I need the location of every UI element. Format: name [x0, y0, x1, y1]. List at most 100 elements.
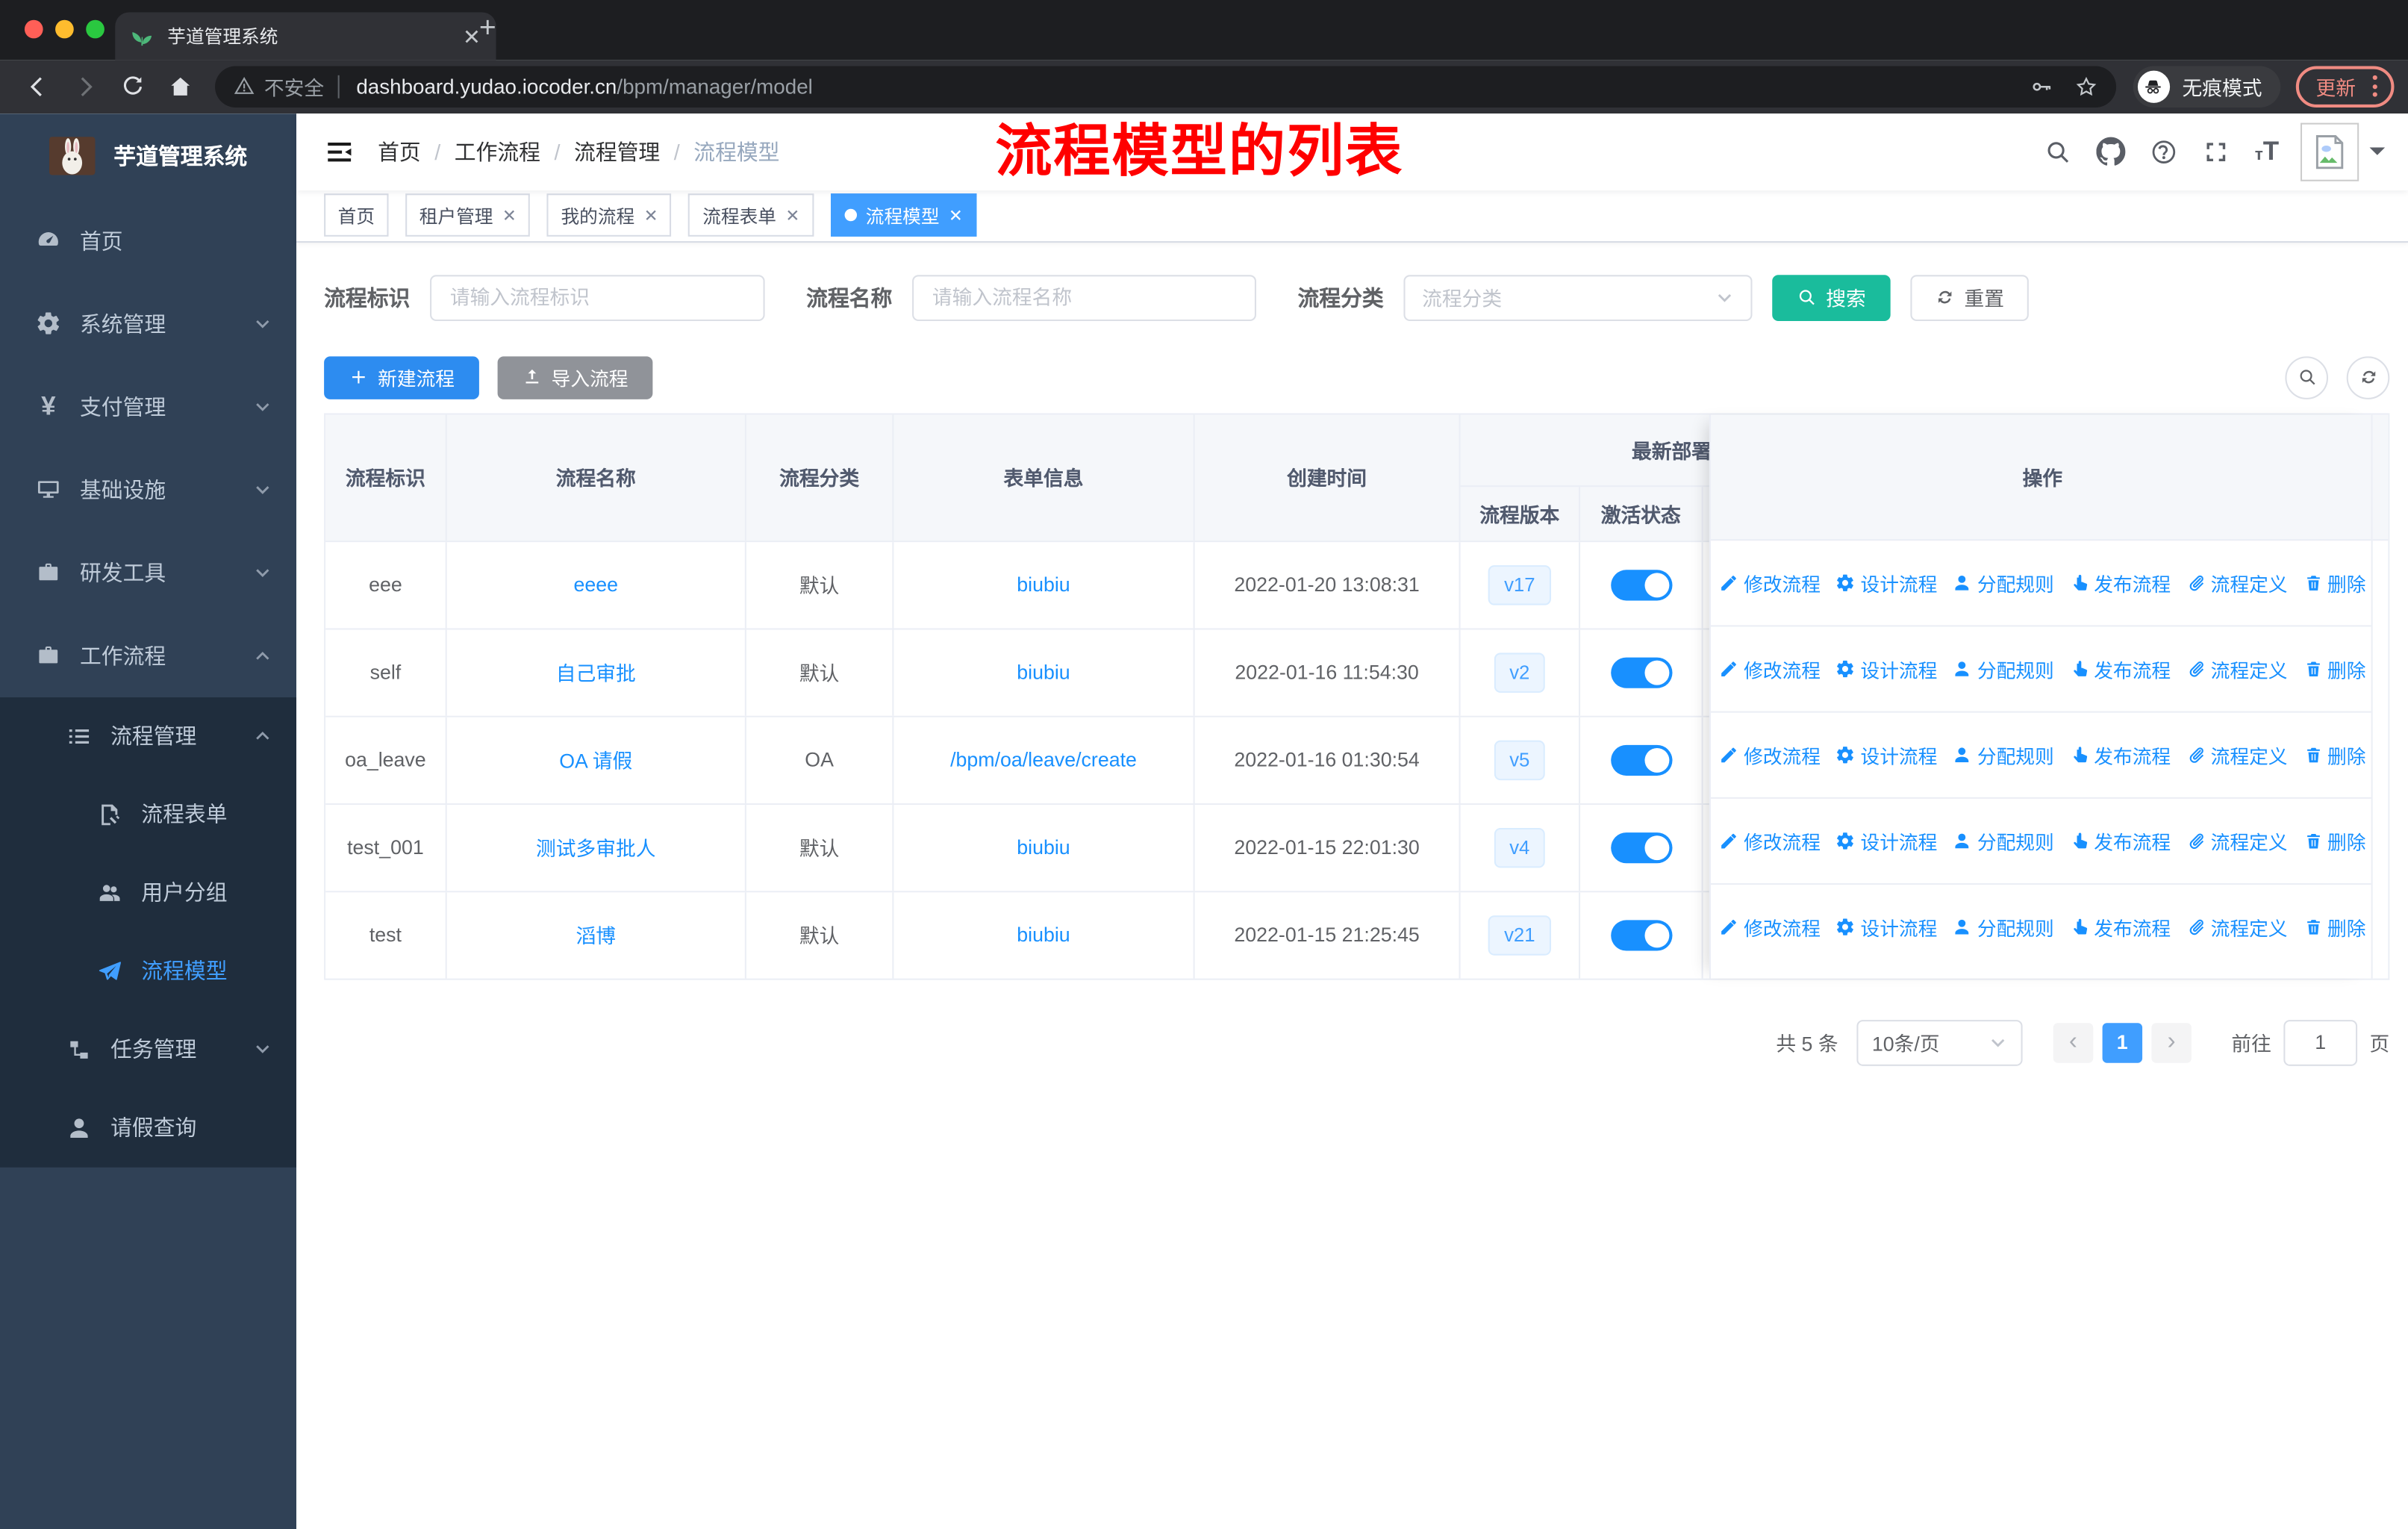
- active-status-toggle[interactable]: [1610, 569, 1672, 600]
- close-icon[interactable]: ✕: [785, 205, 799, 225]
- sidebar-item-infrastructure[interactable]: 基础设施: [0, 448, 296, 531]
- tab-close-icon[interactable]: ✕: [463, 25, 481, 47]
- sidebar-item-process-model[interactable]: 流程模型: [0, 932, 296, 1010]
- reload-icon[interactable]: [119, 73, 146, 99]
- close-icon[interactable]: ✕: [644, 205, 658, 225]
- sidebar-item-system[interactable]: 系统管理: [0, 282, 296, 365]
- form-info-link[interactable]: /bpm/oa/leave/create: [950, 748, 1137, 771]
- sidebar-item-leave-query[interactable]: 请假查询: [0, 1089, 296, 1167]
- action-process-definition[interactable]: 流程定义: [2186, 826, 2288, 855]
- action-assign-rule[interactable]: 分配规则: [1953, 826, 2054, 855]
- sidebar-item-dev-tools[interactable]: 研发工具: [0, 531, 296, 614]
- reset-button[interactable]: 重置: [1910, 274, 2029, 321]
- action-process-definition[interactable]: 流程定义: [2186, 654, 2288, 683]
- action-publish-process[interactable]: 发布流程: [2069, 740, 2171, 769]
- action-assign-rule[interactable]: 分配规则: [1953, 567, 2054, 597]
- action-edit-process[interactable]: 修改流程: [1719, 654, 1821, 683]
- action-publish-process[interactable]: 发布流程: [2069, 567, 2171, 597]
- form-info-link[interactable]: biubiu: [1017, 573, 1070, 597]
- tag-my-process[interactable]: 我的流程 ✕: [546, 193, 673, 237]
- not-secure-label[interactable]: 不安全: [264, 72, 324, 101]
- action-design-process[interactable]: 设计流程: [1836, 912, 1937, 941]
- action-delete[interactable]: 删除: [2303, 826, 2366, 855]
- address-bar[interactable]: 不安全 dashboard.yudao.iocoder.cn/bpm/manag…: [215, 66, 2117, 108]
- sidebar-logo[interactable]: 芋道管理系统: [0, 113, 296, 199]
- sidebar-collapse-icon[interactable]: [324, 136, 355, 166]
- sidebar-item-workflow[interactable]: 工作流程: [0, 614, 296, 697]
- action-delete[interactable]: 删除: [2303, 740, 2366, 769]
- sidebar-item-user-group[interactable]: 用户分组: [0, 853, 296, 932]
- action-publish-process[interactable]: 发布流程: [2069, 826, 2171, 855]
- close-icon[interactable]: ✕: [502, 205, 517, 225]
- action-delete[interactable]: 删除: [2303, 567, 2366, 597]
- new-tab-button[interactable]: +: [479, 12, 496, 46]
- process-name-link[interactable]: 测试多审批人: [536, 832, 656, 862]
- import-process-button[interactable]: 导入流程: [497, 355, 653, 399]
- tag-home[interactable]: 首页: [324, 193, 389, 237]
- browser-menu-icon[interactable]: [2368, 75, 2383, 98]
- process-name-input[interactable]: [912, 274, 1256, 321]
- action-design-process[interactable]: 设计流程: [1836, 740, 1937, 769]
- forward-icon[interactable]: [72, 73, 99, 99]
- action-assign-rule[interactable]: 分配规则: [1953, 740, 2054, 769]
- action-process-definition[interactable]: 流程定义: [2186, 912, 2288, 941]
- process-name-link[interactable]: OA 请假: [559, 745, 632, 774]
- action-delete[interactable]: 删除: [2303, 654, 2366, 683]
- browser-update-button[interactable]: 更新: [2295, 66, 2395, 108]
- action-publish-process[interactable]: 发布流程: [2069, 654, 2171, 683]
- action-edit-process[interactable]: 修改流程: [1719, 567, 1821, 597]
- action-assign-rule[interactable]: 分配规则: [1953, 654, 2054, 683]
- refresh-table-button[interactable]: [2346, 355, 2390, 399]
- process-name-link[interactable]: 滔博: [576, 921, 616, 950]
- action-delete[interactable]: 删除: [2303, 912, 2366, 941]
- tag-tenant-management[interactable]: 租户管理 ✕: [405, 193, 531, 237]
- next-page-button[interactable]: ›: [2151, 1022, 2192, 1062]
- action-assign-rule[interactable]: 分配规则: [1953, 912, 2054, 941]
- form-info-link[interactable]: biubiu: [1017, 661, 1070, 684]
- window-close-button[interactable]: [24, 19, 43, 39]
- breadcrumb-workflow[interactable]: 工作流程: [455, 136, 540, 166]
- search-button[interactable]: 搜索: [1772, 274, 1891, 321]
- active-status-toggle[interactable]: [1610, 656, 1672, 688]
- home-icon[interactable]: [167, 73, 193, 99]
- action-publish-process[interactable]: 发布流程: [2069, 912, 2171, 941]
- action-design-process[interactable]: 设计流程: [1836, 654, 1937, 683]
- avatar[interactable]: [2300, 122, 2359, 181]
- create-process-button[interactable]: 新建流程: [324, 355, 479, 399]
- process-name-link[interactable]: eeee: [574, 573, 619, 597]
- password-key-icon[interactable]: [2030, 75, 2053, 98]
- toggle-search-button[interactable]: [2285, 355, 2329, 399]
- help-icon[interactable]: [2150, 137, 2178, 165]
- action-process-definition[interactable]: 流程定义: [2186, 567, 2288, 597]
- action-edit-process[interactable]: 修改流程: [1719, 826, 1821, 855]
- page-number-current[interactable]: 1: [2102, 1022, 2143, 1062]
- browser-tab[interactable]: 芋道管理系统 ✕: [115, 12, 496, 60]
- prev-page-button[interactable]: ‹: [2053, 1022, 2094, 1062]
- active-status-toggle[interactable]: [1610, 832, 1672, 863]
- action-edit-process[interactable]: 修改流程: [1719, 912, 1821, 941]
- form-info-link[interactable]: biubiu: [1017, 835, 1070, 859]
- close-icon[interactable]: ✕: [949, 205, 963, 225]
- search-icon[interactable]: [2044, 137, 2072, 165]
- sidebar-item-home[interactable]: 首页: [0, 199, 296, 282]
- tag-process-model[interactable]: 流程模型 ✕: [830, 193, 977, 237]
- active-status-toggle[interactable]: [1610, 744, 1672, 776]
- form-info-link[interactable]: biubiu: [1017, 924, 1070, 947]
- action-design-process[interactable]: 设计流程: [1836, 826, 1937, 855]
- tag-process-form[interactable]: 流程表单 ✕: [688, 193, 814, 237]
- fullscreen-icon[interactable]: [2203, 137, 2230, 165]
- sidebar-item-payment[interactable]: ¥ 支付管理: [0, 365, 296, 448]
- active-status-toggle[interactable]: [1610, 919, 1672, 950]
- bookmark-star-icon[interactable]: [2074, 75, 2097, 98]
- action-process-definition[interactable]: 流程定义: [2186, 740, 2288, 769]
- back-icon[interactable]: [25, 73, 51, 99]
- process-category-select[interactable]: 流程分类: [1403, 274, 1753, 321]
- process-id-input[interactable]: [430, 274, 765, 321]
- breadcrumb-home[interactable]: 首页: [378, 136, 421, 166]
- sidebar-item-process-form[interactable]: 流程表单: [0, 775, 296, 853]
- goto-page-input[interactable]: [2283, 1019, 2358, 1065]
- process-name-link[interactable]: 自己审批: [556, 658, 636, 687]
- action-edit-process[interactable]: 修改流程: [1719, 740, 1821, 769]
- action-design-process[interactable]: 设计流程: [1836, 567, 1937, 597]
- window-zoom-button[interactable]: [86, 19, 105, 39]
